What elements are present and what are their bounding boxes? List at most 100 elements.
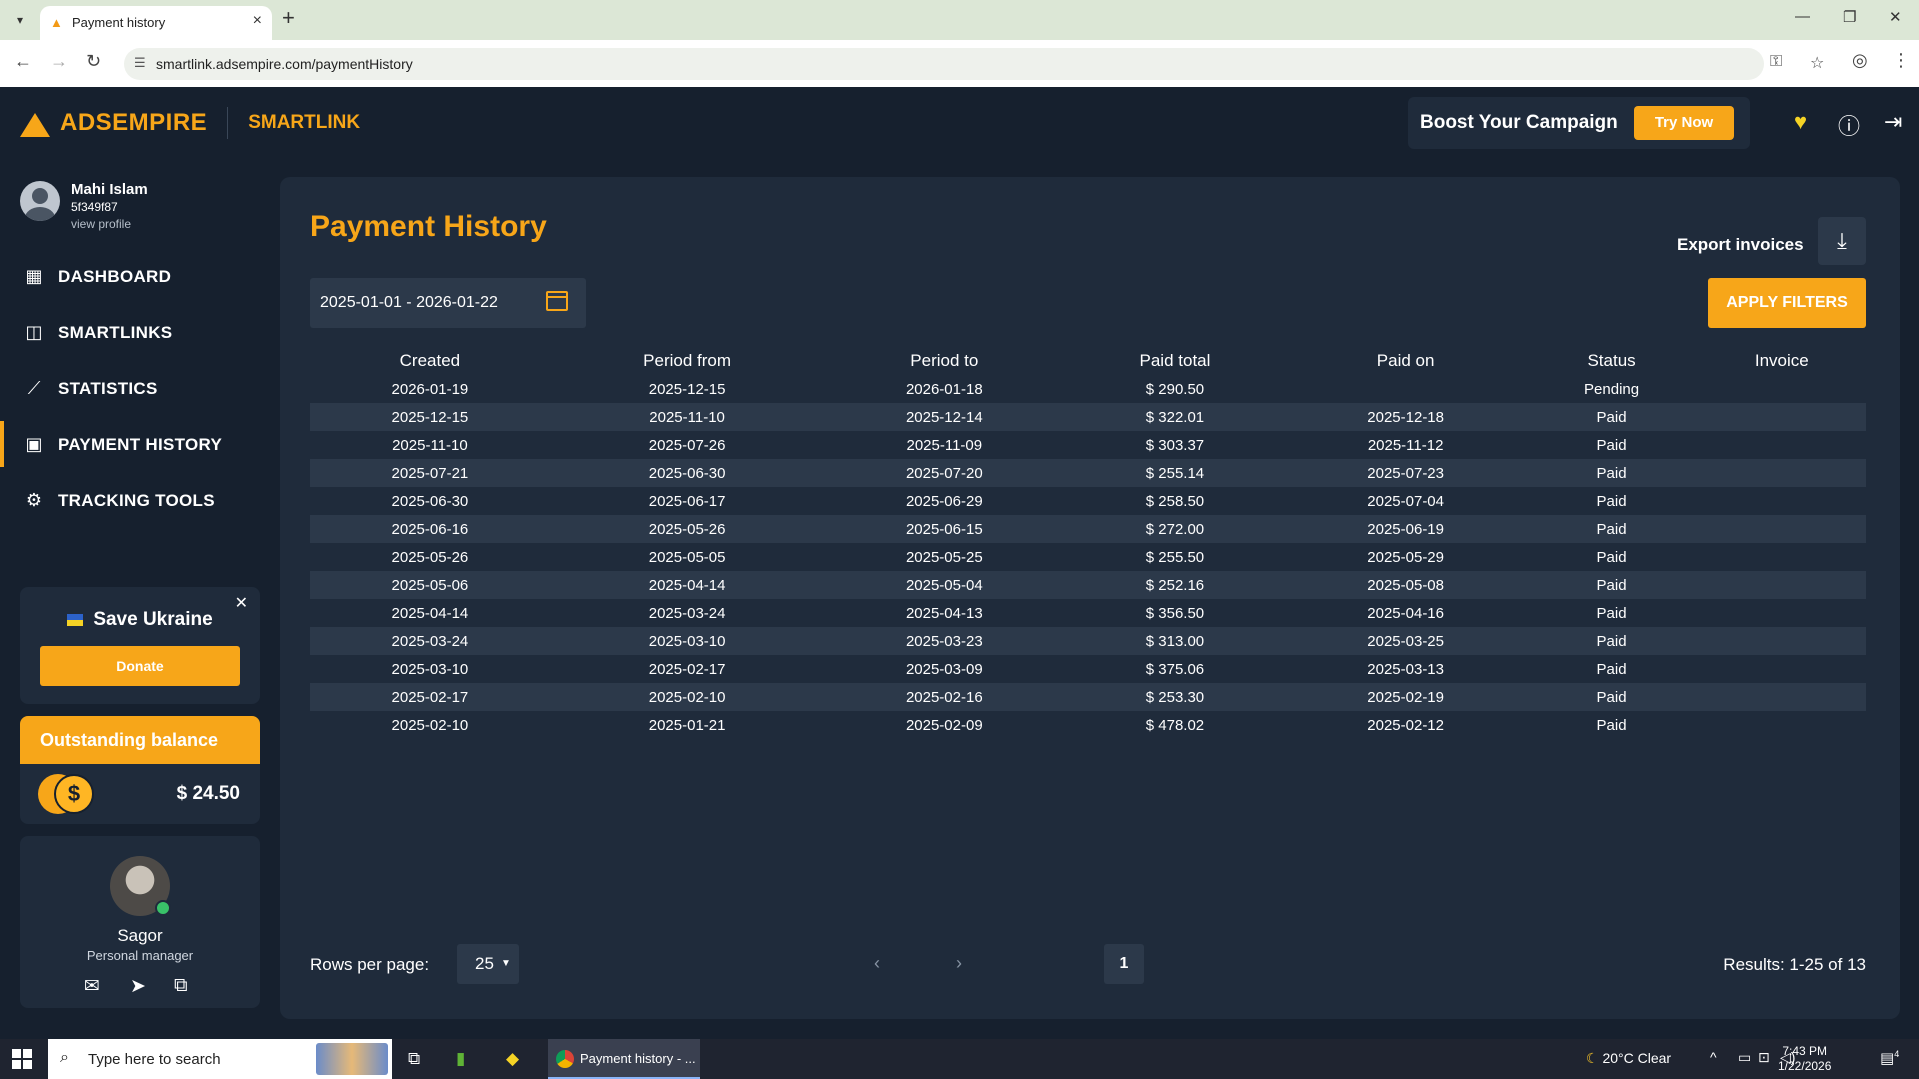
table-cell: 2025-12-15 bbox=[648, 380, 726, 398]
chrome-icon bbox=[556, 1050, 574, 1068]
app-icon[interactable]: ◆ bbox=[506, 1049, 519, 1069]
new-tab-icon[interactable]: + bbox=[282, 5, 295, 31]
try-now-button[interactable]: Try Now bbox=[1634, 106, 1734, 140]
next-page-icon[interactable]: › bbox=[956, 953, 962, 974]
task-view-icon[interactable]: ⧉ bbox=[408, 1049, 420, 1069]
download-icon[interactable]: ⤓ bbox=[1818, 217, 1866, 265]
previous-page-icon[interactable]: ‹ bbox=[874, 953, 880, 974]
table-cell bbox=[1698, 431, 1866, 459]
sidebar-item-smartlinks[interactable]: ◫ SMARTLINKS bbox=[0, 309, 280, 355]
windows-start-icon[interactable] bbox=[12, 1049, 32, 1069]
close-icon[interactable]: ✕ bbox=[235, 593, 248, 613]
wallet-icon: ▣ bbox=[25, 434, 43, 454]
table-cell: 2025-05-25 bbox=[905, 548, 983, 566]
forward-icon[interactable]: → bbox=[50, 51, 68, 72]
ukraine-heart-icon[interactable]: ♥ bbox=[1794, 109, 1807, 135]
meet-icon[interactable]: ▭ bbox=[1738, 1049, 1751, 1066]
adsempire-logo[interactable]: ADSEMPIRE SMARTLINK bbox=[18, 107, 360, 139]
profile-icon[interactable]: ◎ bbox=[1852, 50, 1868, 71]
page-button[interactable]: 1 bbox=[1104, 944, 1144, 984]
windows-taskbar: ⌕ Type here to search ⧉ ▮ ◆ Payment hist… bbox=[0, 1039, 1919, 1079]
restore-icon[interactable]: ❐ bbox=[1843, 8, 1856, 26]
site-favicon-icon: ▲ bbox=[50, 15, 63, 30]
bookmark-star-icon[interactable]: ☆ bbox=[1810, 53, 1824, 73]
payment-history-table: Created Period from Period to Paid total… bbox=[310, 347, 1866, 739]
taskbar-chrome-app[interactable]: Payment history - ... bbox=[548, 1039, 700, 1079]
payment-history-panel: Payment History Export invoices ⤓ 2025-0… bbox=[280, 177, 1900, 1019]
moon-icon: ☾ bbox=[1586, 1050, 1599, 1066]
search-icon: ⌕ bbox=[60, 1049, 69, 1066]
table-cell: 2025-04-16 bbox=[1367, 604, 1444, 622]
teams-icon[interactable]: ⧉ bbox=[174, 975, 188, 997]
search-placeholder[interactable]: Type here to search bbox=[88, 1051, 221, 1068]
browser-menu-icon[interactable]: ⋮ bbox=[1892, 50, 1910, 71]
table-cell: 2025-12-18 bbox=[1367, 408, 1444, 426]
column-header[interactable]: Created bbox=[310, 347, 550, 375]
url-text[interactable]: smartlink.adsempire.com/paymentHistory bbox=[156, 56, 413, 72]
notification-count: 4 bbox=[1894, 1049, 1900, 1059]
telegram-icon[interactable]: ➤ bbox=[130, 975, 146, 998]
apply-filters-button[interactable]: APPLY FILTERS bbox=[1708, 278, 1866, 328]
minimize-icon[interactable]: — bbox=[1795, 8, 1810, 25]
table-cell: 2025-02-09 bbox=[905, 716, 983, 734]
password-key-icon[interactable]: ⚿ bbox=[1770, 53, 1782, 71]
donate-button[interactable]: Donate bbox=[40, 646, 240, 686]
table-cell: 2025-04-14 bbox=[648, 576, 726, 594]
table-cell: 2025-03-10 bbox=[648, 632, 726, 650]
browser-tab[interactable]: ▲ Payment history × bbox=[40, 6, 272, 40]
sidebar-item-dashboard[interactable]: ▦ DASHBOARD bbox=[0, 253, 280, 299]
table-cell: $ 375.06 bbox=[1145, 660, 1205, 678]
date-range-value[interactable]: 2025-01-01 - 2026-01-22 bbox=[320, 294, 498, 312]
app-icon[interactable]: ▮ bbox=[456, 1049, 465, 1069]
weather-widget[interactable]: ☾ 20°C Clear bbox=[1586, 1050, 1671, 1067]
table-cell: 2025-05-04 bbox=[905, 576, 983, 594]
table-cell: 2025-03-24 bbox=[391, 632, 469, 650]
table-cell: Paid bbox=[1596, 632, 1627, 650]
tray-chevron-icon[interactable]: ^ bbox=[1710, 1049, 1717, 1065]
taskbar-clock[interactable]: 7:43 PM 1/22/2026 bbox=[1778, 1044, 1831, 1074]
table-cell: 2025-11-09 bbox=[906, 436, 983, 454]
sidebar-item-tracking-tools[interactable]: ⚙ TRACKING TOOLS bbox=[0, 477, 280, 523]
site-info-icon[interactable]: ☰ bbox=[134, 55, 146, 71]
sidebar-item-statistics[interactable]: ⟋ STATISTICS bbox=[0, 365, 280, 411]
table-cell: 2025-07-26 bbox=[648, 436, 726, 454]
logout-icon[interactable]: ⇥ bbox=[1884, 109, 1902, 135]
rows-per-page-value[interactable]: 25 bbox=[475, 954, 494, 973]
notification-icon[interactable]: ▤4 bbox=[1880, 1049, 1899, 1067]
column-header[interactable]: Paid on bbox=[1286, 347, 1526, 375]
taskbar-search-box[interactable]: ⌕ Type here to search bbox=[48, 1039, 392, 1079]
crown-logo-icon bbox=[18, 109, 52, 137]
table-cell bbox=[1286, 375, 1526, 403]
sidebar-item-payment-history[interactable]: ▣ PAYMENT HISTORY bbox=[0, 421, 280, 467]
chart-icon: ⟋ bbox=[27, 378, 41, 398]
url-field[interactable]: ☰ smartlink.adsempire.com/paymentHistory… bbox=[124, 48, 1824, 80]
table-cell: $ 322.01 bbox=[1145, 408, 1205, 426]
reload-icon[interactable]: ↻ bbox=[86, 51, 101, 72]
export-invoices-label[interactable]: Export invoices bbox=[1677, 235, 1804, 255]
table-cell: Paid bbox=[1596, 716, 1627, 734]
column-header[interactable]: Period from bbox=[550, 347, 825, 375]
search-highlight-image bbox=[316, 1043, 388, 1075]
column-header[interactable]: Status bbox=[1526, 347, 1698, 375]
tab-close-icon[interactable]: × bbox=[253, 12, 262, 30]
column-header[interactable]: Paid total bbox=[1064, 347, 1286, 375]
help-icon[interactable]: ⓘ bbox=[1838, 109, 1860, 141]
column-header[interactable]: Period to bbox=[824, 347, 1064, 375]
table-cell: $ 255.14 bbox=[1145, 464, 1205, 482]
table-cell bbox=[1698, 515, 1866, 543]
tab-search-icon[interactable]: ▾ bbox=[8, 8, 32, 32]
back-icon[interactable]: ← bbox=[14, 51, 32, 72]
calendar-icon[interactable] bbox=[546, 291, 568, 311]
boost-label: Boost Your Campaign bbox=[1420, 112, 1618, 133]
email-icon[interactable]: ✉ bbox=[84, 975, 100, 998]
window-close-icon[interactable]: ✕ bbox=[1889, 8, 1902, 26]
table-row: 2025-07-21 2025-06-30 2025-07-20 $ 255.14 20… bbox=[310, 459, 1866, 487]
network-icon[interactable]: ⊡ bbox=[1758, 1049, 1770, 1066]
column-header[interactable]: Invoice bbox=[1698, 347, 1866, 375]
table-cell bbox=[1698, 375, 1866, 403]
view-profile-link[interactable]: view profile bbox=[71, 217, 131, 231]
table-row: 2025-02-17 2025-02-10 2025-02-16 $ 253.30 20… bbox=[310, 683, 1866, 711]
table-cell: 2025-05-06 bbox=[391, 576, 469, 594]
rows-per-page-select[interactable]: 25 ▼ bbox=[457, 944, 519, 984]
date-range-picker[interactable]: 2025-01-01 - 2026-01-22 bbox=[310, 278, 586, 328]
